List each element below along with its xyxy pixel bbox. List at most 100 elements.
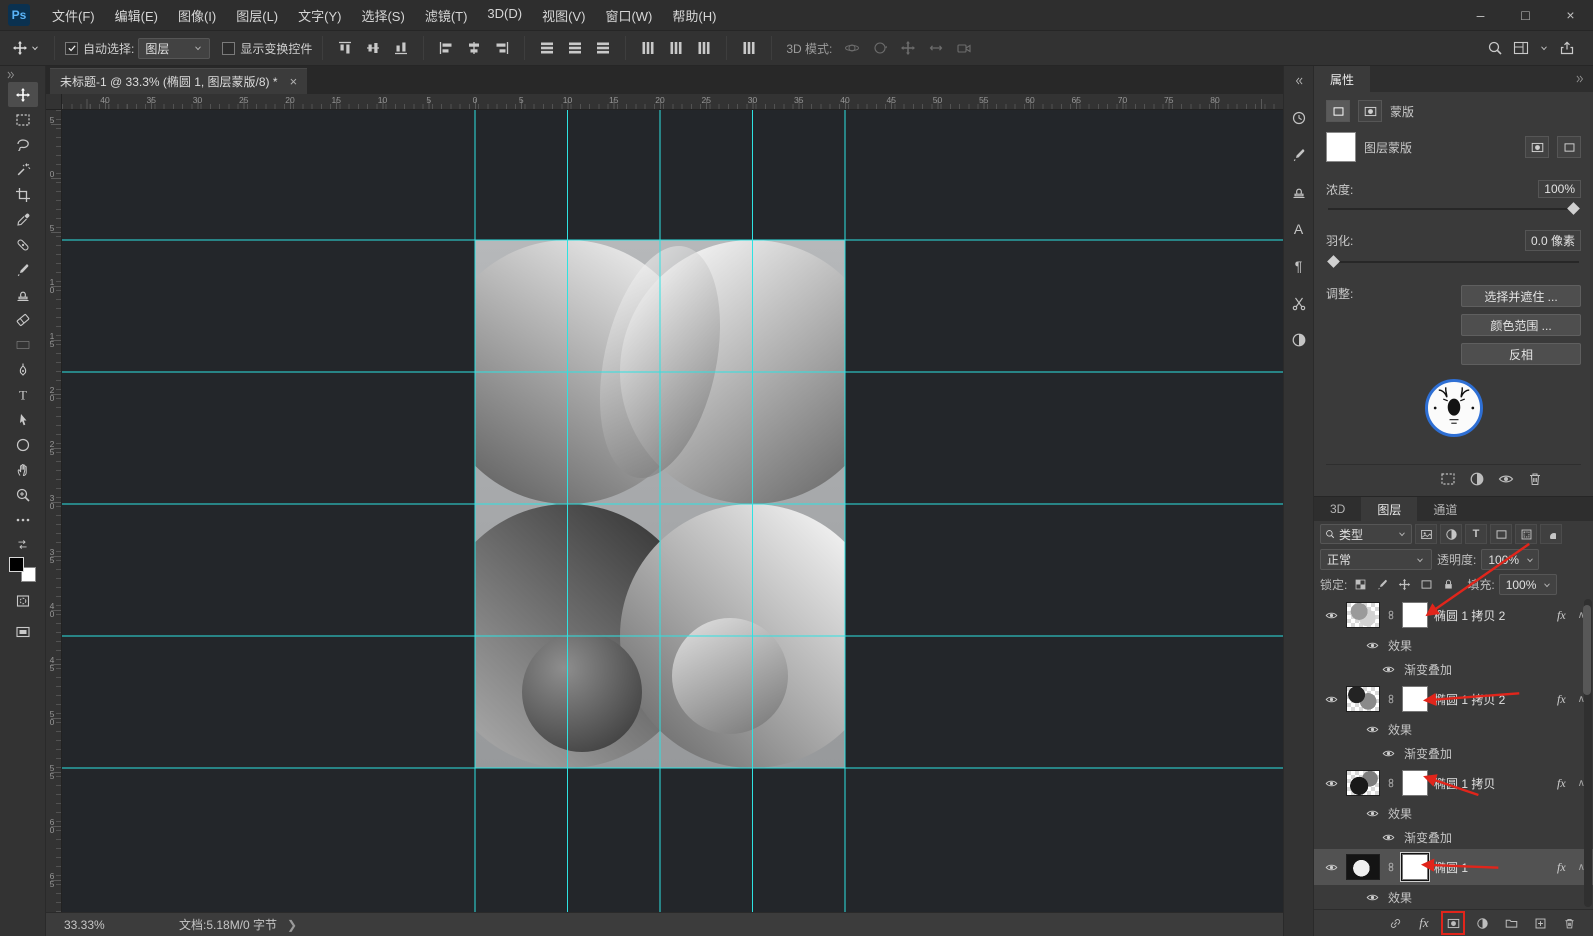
lock-pixels-icon[interactable]	[1373, 576, 1391, 594]
panel-icon-clone-source[interactable]	[1288, 181, 1310, 203]
distribute-horizontal-center-button[interactable]	[664, 36, 688, 60]
status-chevron-icon[interactable]: ❯	[287, 918, 297, 932]
panel-icon-paragraph[interactable]: ¶	[1288, 255, 1310, 277]
menu-type[interactable]: 文字(Y)	[288, 6, 351, 25]
visibility-toggle[interactable]	[1364, 723, 1380, 736]
fill-dropdown[interactable]: 100%	[1498, 574, 1557, 595]
mask-link-icon[interactable]	[1386, 610, 1396, 620]
auto-select-checkbox[interactable]: 自动选择:	[65, 40, 134, 57]
ruler-corner[interactable]	[46, 94, 62, 110]
new-layer-icon[interactable]	[1530, 913, 1550, 933]
mask-link-icon[interactable]	[1386, 694, 1396, 704]
layer-mask-thumbnail[interactable]	[1402, 602, 1428, 628]
menu-file[interactable]: 文件(F)	[42, 6, 105, 25]
layer-name[interactable]: 椭圆 1 拷贝 2	[1434, 607, 1549, 624]
lock-position-icon[interactable]	[1395, 576, 1413, 594]
tool-move[interactable]	[7, 82, 38, 107]
layer-mask-thumbnail[interactable]	[1402, 770, 1428, 796]
tool-quick-selection[interactable]	[8, 157, 38, 182]
canvas[interactable]	[62, 110, 1283, 912]
filter-type-layers-icon[interactable]: T	[1465, 524, 1487, 544]
align-right-button[interactable]	[490, 36, 514, 60]
invert-button[interactable]: 反相	[1461, 343, 1581, 365]
feather-slider-knob[interactable]	[1327, 255, 1340, 268]
tool-lasso[interactable]	[8, 132, 38, 157]
effects-row[interactable]: 效果	[1314, 801, 1593, 825]
tool-rectangular-marquee[interactable]	[8, 107, 38, 132]
visibility-toggle[interactable]	[1364, 807, 1380, 820]
tool-crop[interactable]	[8, 182, 38, 207]
layer-mask-thumbnail[interactable]	[1402, 686, 1428, 712]
select-mask-button[interactable]	[1525, 136, 1549, 158]
distribute-bottom-button[interactable]	[591, 36, 615, 60]
lock-transparency-icon[interactable]	[1351, 576, 1369, 594]
panel-icon-brush-settings[interactable]	[1288, 144, 1310, 166]
distribute-left-button[interactable]	[636, 36, 660, 60]
align-top-button[interactable]	[333, 36, 357, 60]
menu-edit[interactable]: 编辑(E)	[105, 6, 168, 25]
mask-link-icon[interactable]	[1386, 862, 1396, 872]
layer-thumbnail[interactable]	[1346, 854, 1380, 880]
visibility-toggle[interactable]	[1322, 609, 1340, 622]
layer-thumbnail[interactable]	[1346, 770, 1380, 796]
3d-roll-icon[interactable]	[868, 36, 892, 60]
maximize-button[interactable]: □	[1503, 0, 1548, 30]
workspace-icon[interactable]	[1513, 40, 1529, 56]
layer-fx-badge[interactable]: fx	[1555, 692, 1568, 707]
layer-thumbnail[interactable]	[1346, 602, 1380, 628]
toggle-mask-visibility-icon[interactable]	[1498, 471, 1514, 487]
tab-layers[interactable]: 图层	[1361, 497, 1418, 521]
menu-view[interactable]: 视图(V)	[532, 6, 595, 25]
tool-zoom[interactable]	[8, 482, 38, 507]
delete-mask-icon[interactable]	[1527, 471, 1543, 487]
feather-value[interactable]: 0.0 像素	[1524, 230, 1581, 251]
lock-all-icon[interactable]	[1439, 576, 1457, 594]
distribute-right-button[interactable]	[692, 36, 716, 60]
pixel-mask-button[interactable]	[1326, 100, 1350, 122]
3d-orbit-icon[interactable]	[840, 36, 864, 60]
visibility-toggle[interactable]	[1322, 777, 1340, 790]
menu-3d[interactable]: 3D(D)	[477, 6, 532, 25]
3d-camera-icon[interactable]	[952, 36, 976, 60]
tool-type[interactable]	[8, 382, 38, 407]
filter-shape-layers-icon[interactable]	[1490, 524, 1512, 544]
scrollbar[interactable]	[1583, 599, 1592, 907]
distribute-top-button[interactable]	[535, 36, 559, 60]
search-icon[interactable]	[1487, 40, 1503, 56]
apply-mask-icon[interactable]	[1469, 471, 1485, 487]
tool-preset-picker[interactable]	[8, 40, 44, 56]
tool-healing-brush[interactable]	[8, 232, 38, 257]
lock-artboard-icon[interactable]	[1417, 576, 1435, 594]
density-slider-knob[interactable]	[1567, 202, 1580, 215]
toolbar-collapse-icon[interactable]	[6, 70, 16, 80]
layer-fx-badge[interactable]: fx	[1555, 776, 1568, 791]
tool-eyedropper[interactable]	[8, 207, 38, 232]
effects-row[interactable]: 效果	[1314, 633, 1593, 657]
align-left-button[interactable]	[434, 36, 458, 60]
tool-path-selection[interactable]	[8, 407, 38, 432]
expand-panels-icon[interactable]	[1288, 70, 1310, 92]
layer-row[interactable]: 椭圆 1 拷贝 2 fx ∧	[1314, 681, 1593, 717]
tool-clone-stamp[interactable]	[8, 282, 38, 307]
blend-mode-dropdown[interactable]: 正常	[1320, 549, 1432, 570]
show-transform-checkbox[interactable]: 显示变换控件	[222, 40, 312, 57]
distribute-spacing-horizontal-button[interactable]	[737, 36, 761, 60]
visibility-toggle[interactable]	[1364, 639, 1380, 652]
layer-row[interactable]: 椭圆 1 拷贝 fx ∧	[1314, 765, 1593, 801]
panel-icon-history[interactable]	[1288, 107, 1310, 129]
effects-row[interactable]: 效果	[1314, 885, 1593, 909]
quick-mask-button[interactable]	[8, 588, 38, 613]
menu-image[interactable]: 图像(I)	[168, 6, 226, 25]
delete-layer-icon[interactable]	[1559, 913, 1579, 933]
swap-colors-icon[interactable]	[16, 538, 29, 551]
filter-adjustment-layers-icon[interactable]	[1440, 524, 1462, 544]
tool-ellipse-shape[interactable]	[8, 432, 38, 457]
tab-3d[interactable]: 3D	[1314, 497, 1361, 521]
close-button[interactable]: ×	[1548, 0, 1593, 30]
gradient-overlay-row[interactable]: 渐变叠加	[1314, 657, 1593, 681]
new-group-icon[interactable]	[1501, 913, 1521, 933]
menu-window[interactable]: 窗口(W)	[595, 6, 662, 25]
feather-slider[interactable]	[1327, 255, 1579, 269]
tab-channels[interactable]: 通道	[1417, 497, 1473, 521]
tab-properties[interactable]: 属性	[1314, 66, 1371, 92]
